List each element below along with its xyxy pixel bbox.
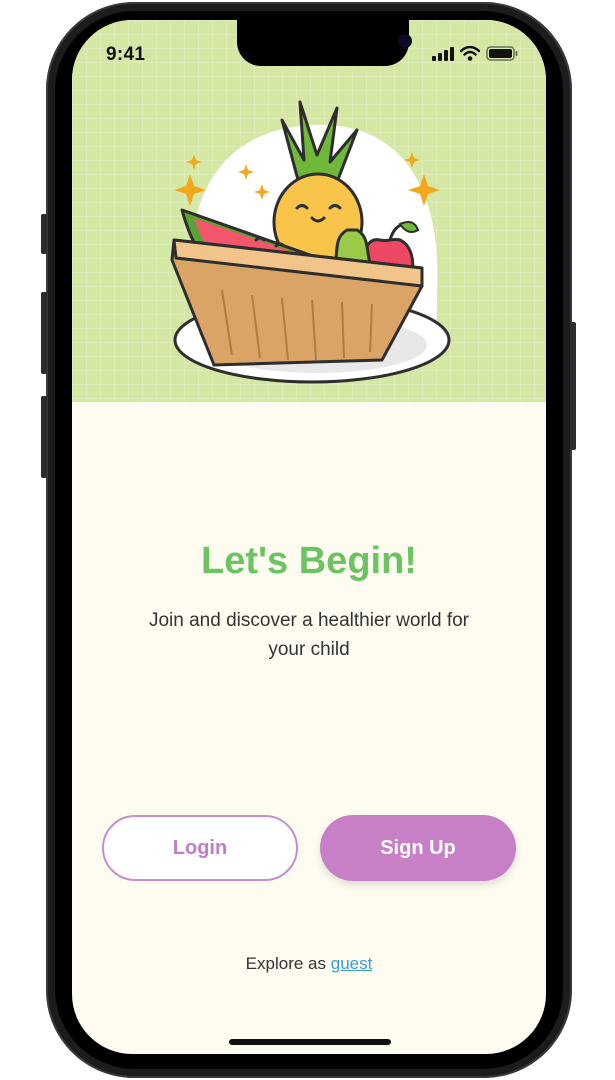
wifi-icon: [460, 46, 480, 61]
status-icons: [432, 46, 518, 61]
signup-button[interactable]: Sign Up: [320, 815, 516, 881]
signal-icon: [432, 46, 454, 61]
login-button[interactable]: Login: [102, 815, 298, 881]
volume-up-button: [41, 292, 47, 374]
page-subtitle: Join and discover a healthier world for …: [148, 610, 469, 660]
battery-icon: [486, 46, 518, 61]
page-title: Let's Begin!: [201, 540, 417, 582]
fruit-basket-illustration: [170, 100, 451, 384]
status-time: 9:41: [106, 44, 146, 65]
app-screen: 9:41 Let's Begin! Join and discover a he…: [72, 20, 546, 1054]
guest-prefix-text: Explore as: [245, 954, 326, 973]
guest-link[interactable]: guest: [331, 954, 373, 973]
silent-switch: [41, 214, 47, 254]
front-camera: [398, 34, 412, 48]
power-button: [570, 322, 576, 450]
hero-banner: [72, 20, 546, 402]
display-notch: [237, 20, 412, 66]
home-indicator[interactable]: [229, 1039, 391, 1045]
volume-down-button: [41, 396, 47, 478]
guest-row: Explore as guest: [72, 954, 546, 974]
